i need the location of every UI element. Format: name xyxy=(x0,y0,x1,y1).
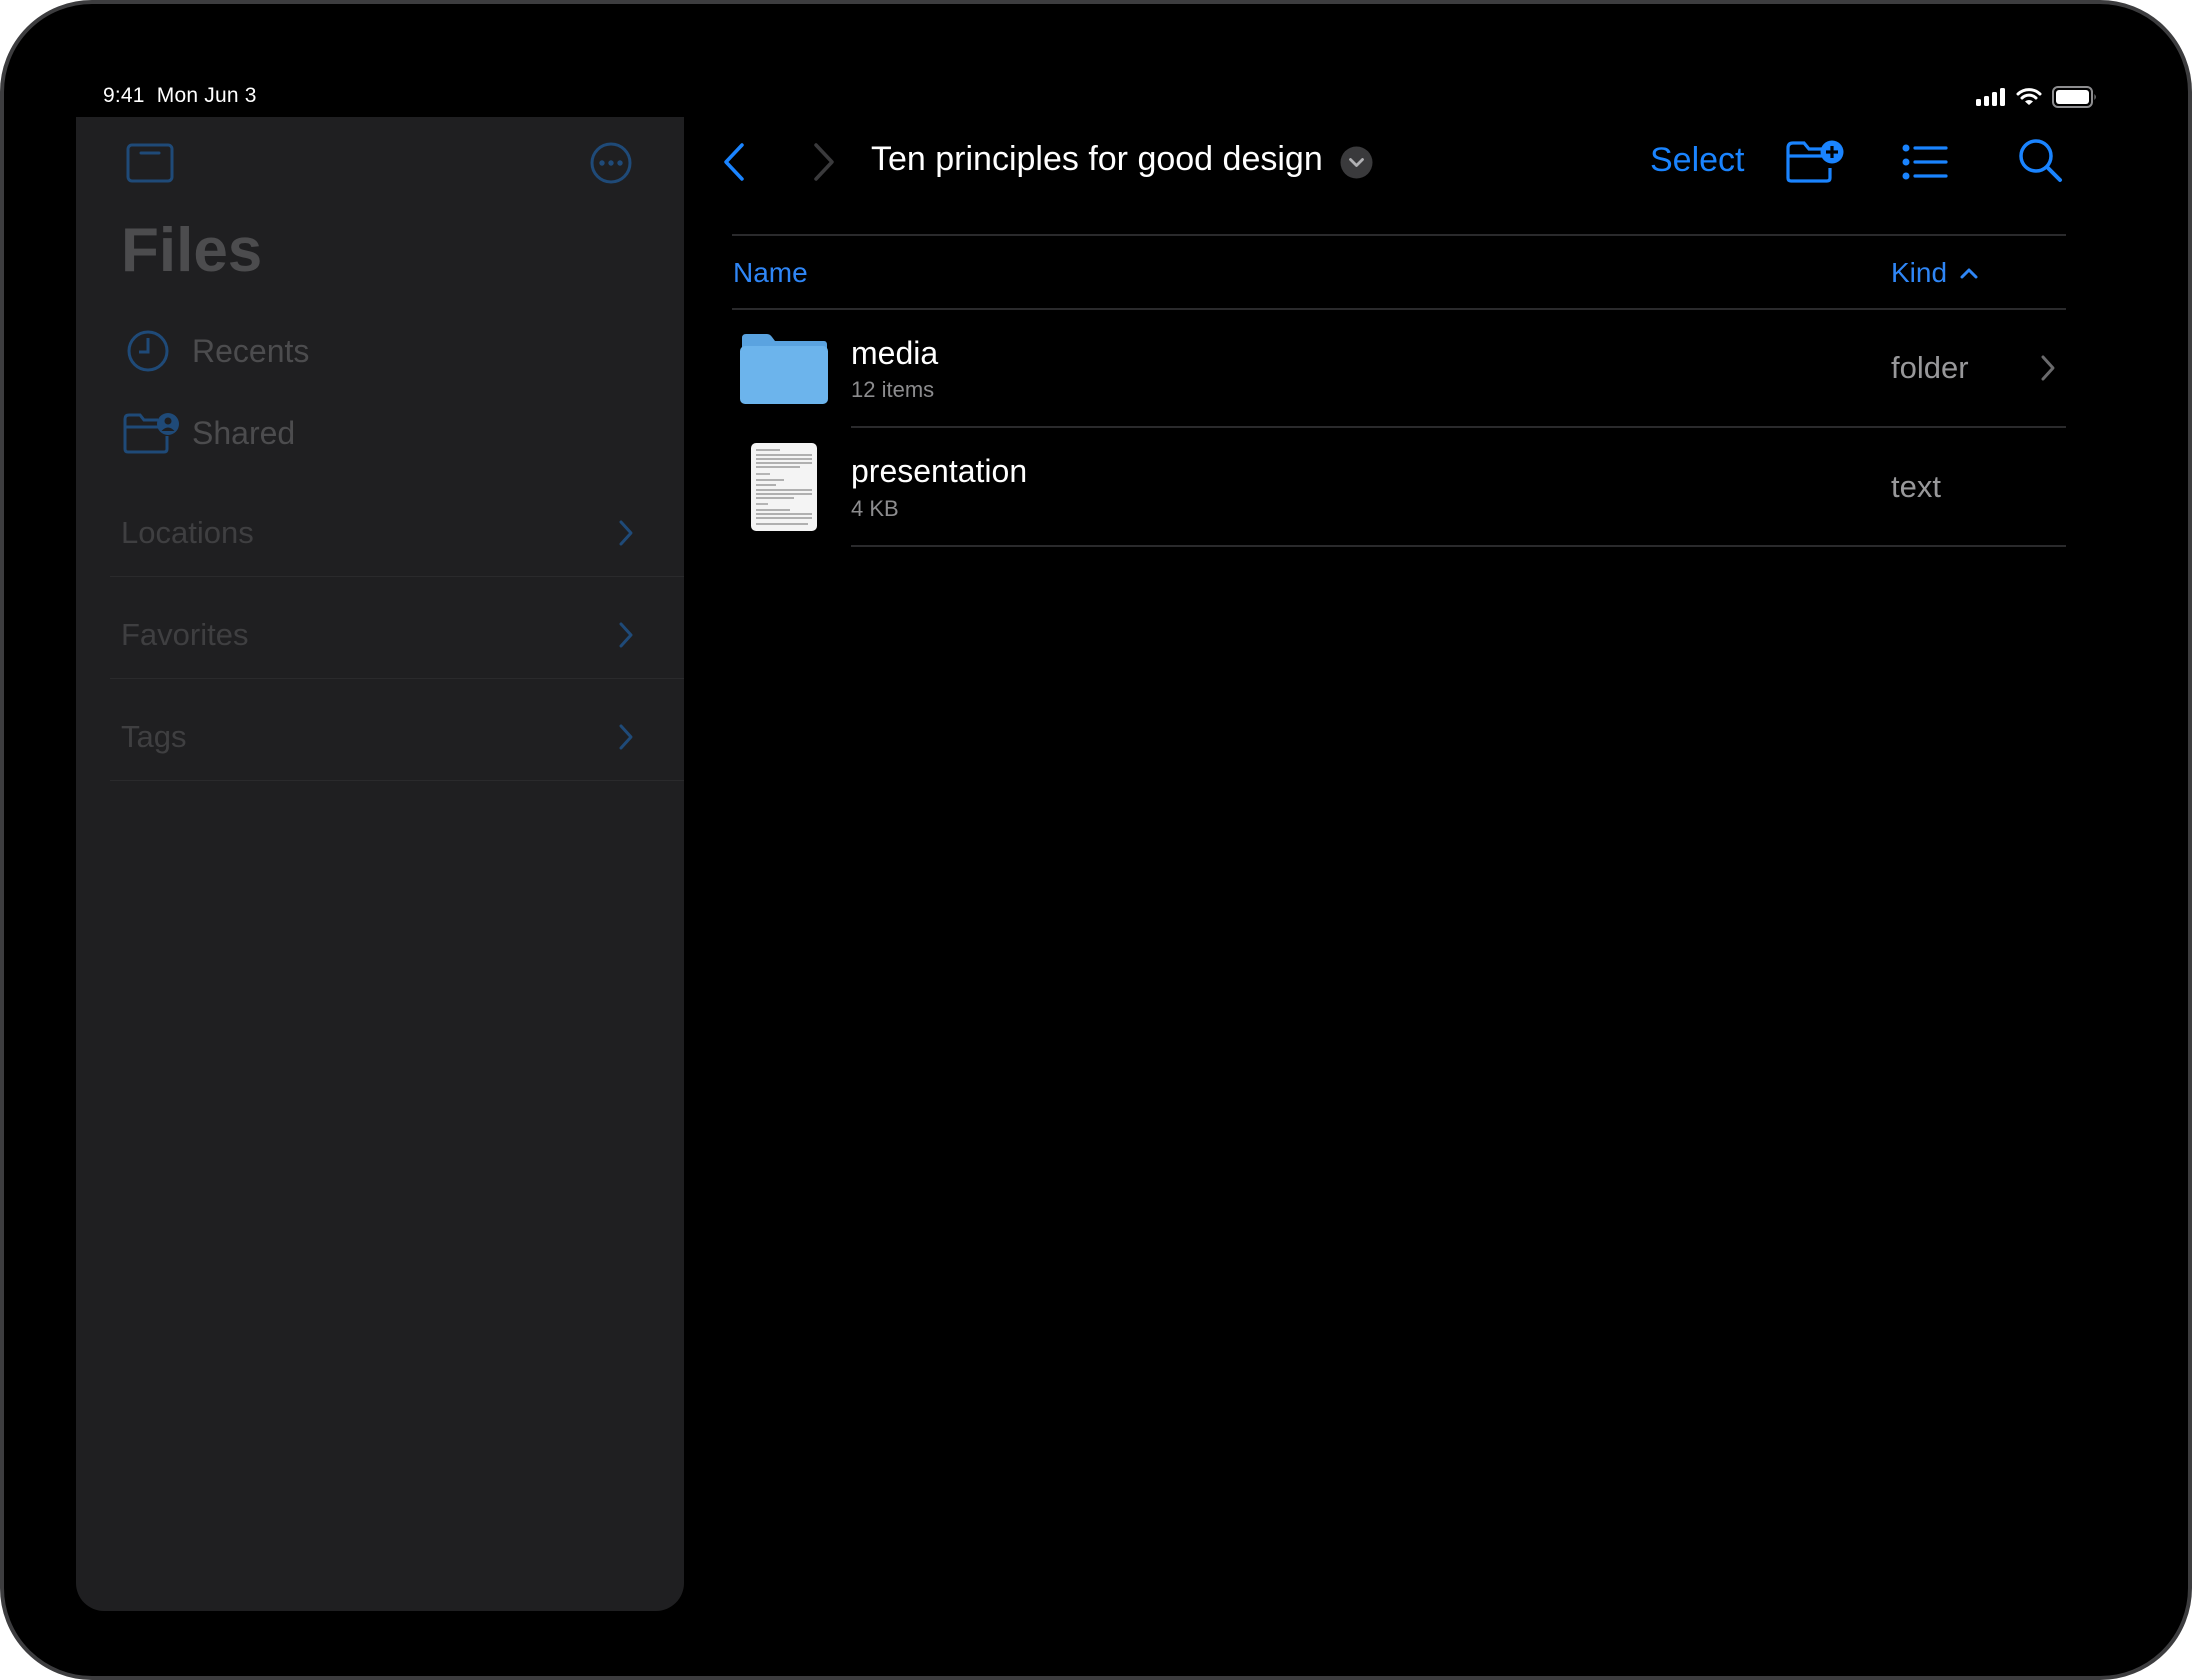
document-thumbnail-icon xyxy=(750,442,818,532)
title-menu-button[interactable] xyxy=(1340,146,1373,179)
column-header-name[interactable]: Name xyxy=(733,257,808,289)
wifi-icon xyxy=(2016,87,2042,107)
sidebar-item-recents[interactable]: Recents xyxy=(126,329,309,373)
chevron-down-circle-icon xyxy=(1340,146,1373,179)
search-button[interactable] xyxy=(2018,138,2064,184)
clock-icon xyxy=(126,329,170,373)
file-name: media xyxy=(851,335,939,371)
sidebar-toggle-icon xyxy=(126,143,176,183)
status-bar-clock: 9:41 Mon Jun 3 xyxy=(103,84,257,108)
sidebar-section-tags[interactable]: Tags xyxy=(76,717,684,761)
sidebar-section-label: Tags xyxy=(121,719,187,754)
chevron-right-icon xyxy=(618,723,634,751)
sidebar-section-label: Locations xyxy=(121,515,254,550)
sidebar: Files Recents Shared Locations Favorites… xyxy=(76,117,684,1611)
sidebar-item-shared[interactable]: Shared xyxy=(122,411,295,455)
sidebar-section-label: Favorites xyxy=(121,617,249,652)
view-options-button[interactable] xyxy=(1901,142,1949,182)
chevron-left-icon xyxy=(720,142,748,182)
chevron-right-icon xyxy=(2040,354,2056,382)
back-button[interactable] xyxy=(720,142,748,182)
sort-ascending-icon xyxy=(1959,266,1979,280)
file-kind: text xyxy=(1891,469,1941,504)
list-view-icon xyxy=(1901,142,1949,182)
new-folder-icon xyxy=(1785,138,1845,184)
row-divider xyxy=(851,545,2066,547)
sidebar-toggle-button[interactable] xyxy=(126,143,176,183)
column-header-kind[interactable]: Kind xyxy=(1891,257,1979,289)
new-folder-button[interactable] xyxy=(1785,138,1845,184)
ipad-screen: 9:41 Mon Jun 3 Files Recents Shared Loca… xyxy=(0,0,2192,1680)
folder-icon xyxy=(739,332,829,406)
file-detail: 4 KB xyxy=(851,496,899,521)
cellular-signal-icon xyxy=(1976,88,2006,106)
chevron-right-icon xyxy=(618,519,634,547)
sidebar-item-label: Recents xyxy=(192,332,310,369)
status-date: Mon Jun 3 xyxy=(156,84,257,107)
forward-button[interactable] xyxy=(810,142,838,182)
sidebar-title: Files xyxy=(121,216,263,285)
battery-icon xyxy=(2052,86,2098,108)
chevron-right-icon xyxy=(618,621,634,649)
status-time: 9:41 xyxy=(103,84,145,107)
sidebar-divider xyxy=(110,576,684,577)
file-kind: folder xyxy=(1891,350,1969,385)
sidebar-divider xyxy=(110,678,684,679)
more-options-button[interactable] xyxy=(589,141,633,185)
shared-folder-icon xyxy=(122,411,180,455)
search-icon xyxy=(2018,138,2064,184)
file-name: presentation xyxy=(851,453,1028,489)
header-divider xyxy=(732,234,2066,236)
folder-title[interactable]: Ten principles for good design xyxy=(871,140,1323,179)
more-options-icon xyxy=(589,141,633,185)
sidebar-section-locations[interactable]: Locations xyxy=(76,513,684,557)
file-row[interactable]: media 12 items folder xyxy=(732,310,2066,426)
sidebar-item-label: Shared xyxy=(192,414,296,451)
status-icons xyxy=(1976,84,2098,110)
sidebar-divider xyxy=(110,780,684,781)
sidebar-section-favorites[interactable]: Favorites xyxy=(76,615,684,659)
file-row[interactable]: presentation 4 KB text xyxy=(732,428,2066,545)
select-button[interactable]: Select xyxy=(1650,141,1745,180)
chevron-right-icon xyxy=(810,142,838,182)
column-header-kind-label: Kind xyxy=(1891,257,1948,288)
file-detail: 12 items xyxy=(851,377,935,402)
